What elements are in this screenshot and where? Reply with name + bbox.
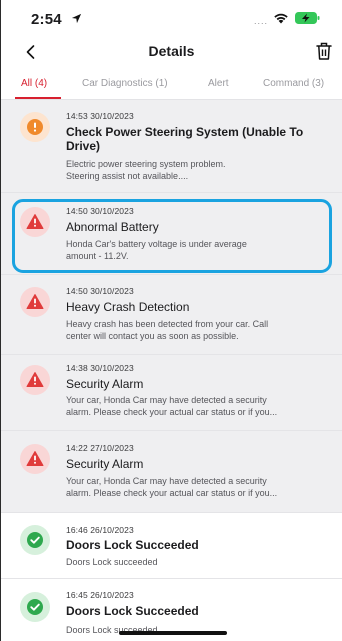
- notification-item[interactable]: 14:22 27/10/2023 Security Alarm Your car…: [1, 431, 342, 513]
- tab-car-diagnostics[interactable]: Car Diagnostics (1): [82, 78, 168, 89]
- location-icon: [71, 13, 82, 24]
- alert-triangle-icon: [20, 365, 50, 395]
- active-tab-indicator: [15, 97, 61, 99]
- notification-description: Your car, Honda Car may have detected a …: [66, 395, 278, 417]
- battery-charging-icon: [295, 12, 320, 24]
- nav-bar: Details: [1, 34, 342, 70]
- notification-time: 14:53 30/10/2023: [66, 111, 134, 121]
- wifi-icon: [274, 13, 288, 24]
- notification-item[interactable]: 14:50 30/10/2023 Heavy Crash Detection H…: [1, 275, 342, 355]
- notification-item[interactable]: 16:46 26/10/2023 Doors Lock Succeeded Do…: [1, 513, 342, 579]
- home-indicator[interactable]: [119, 631, 227, 635]
- notification-description: Honda Car's battery voltage is under ave…: [66, 239, 247, 261]
- notification-time: 16:46 26/10/2023: [66, 525, 134, 535]
- notification-title: Doors Lock Succeeded: [66, 604, 199, 618]
- tab-alert[interactable]: Alert: [208, 78, 229, 89]
- notification-title: Security Alarm: [66, 457, 144, 471]
- warning-exclamation-icon: [20, 112, 50, 142]
- notification-description: Heavy crash has been detected from your …: [66, 319, 269, 341]
- notification-item[interactable]: 14:53 30/10/2023 Check Power Steering Sy…: [1, 100, 342, 193]
- alert-triangle-icon: [20, 287, 50, 317]
- notification-title: Doors Lock Succeeded: [66, 538, 199, 552]
- notification-time: 16:45 26/10/2023: [66, 590, 134, 600]
- status-bar: 2:54 ....: [1, 0, 342, 34]
- alert-triangle-icon: [20, 444, 50, 474]
- notification-time: 14:50 30/10/2023: [66, 286, 134, 296]
- notification-description: Doors Lock succeeded: [66, 557, 158, 567]
- notification-title: Check Power Steering System (Unable To D…: [66, 125, 304, 153]
- notification-title: Heavy Crash Detection: [66, 300, 190, 314]
- notification-title: Abnormal Battery: [66, 220, 159, 234]
- tab-all[interactable]: All (4): [21, 78, 47, 89]
- notification-description: Electric power steering system problem. …: [66, 159, 226, 181]
- phone-screen: 2:54 .... Details All (4) Car Diagnostic…: [0, 0, 342, 641]
- notification-item[interactable]: 14:38 30/10/2023 Security Alarm Your car…: [1, 355, 342, 431]
- tab-command[interactable]: Command (3): [263, 78, 324, 89]
- filter-tabs: All (4) Car Diagnostics (1) Alert Comman…: [1, 72, 342, 100]
- notification-item[interactable]: 14:50 30/10/2023 Abnormal Battery Honda …: [1, 193, 342, 275]
- check-circle-icon: [20, 525, 50, 555]
- check-circle-icon: [20, 592, 50, 622]
- notification-time: 14:22 27/10/2023: [66, 443, 134, 453]
- notification-time: 14:38 30/10/2023: [66, 363, 134, 373]
- notification-title: Security Alarm: [66, 377, 144, 391]
- notification-description: Your car, Honda Car may have detected a …: [66, 476, 278, 498]
- alert-triangle-icon: [20, 207, 50, 237]
- status-time: 2:54: [31, 11, 62, 28]
- page-title: Details: [148, 43, 195, 59]
- trash-icon[interactable]: [316, 41, 332, 61]
- notification-time: 14:50 30/10/2023: [66, 206, 134, 216]
- signal-dots: ....: [254, 16, 269, 26]
